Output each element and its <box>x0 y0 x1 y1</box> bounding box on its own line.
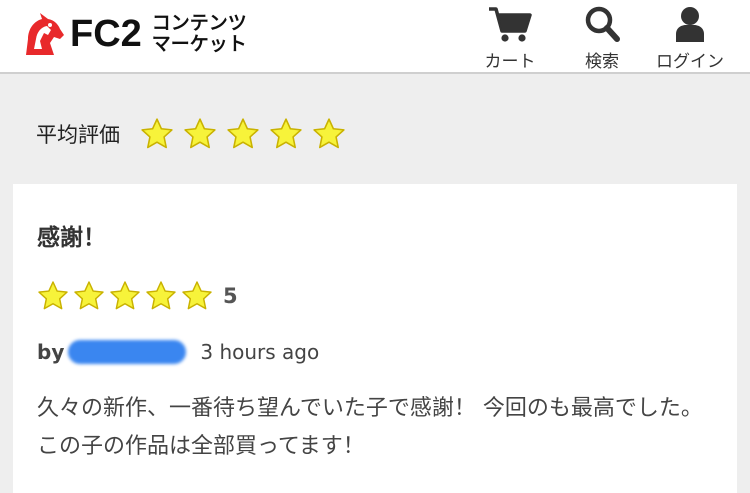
logo-subtitle: コンテンツ マーケット <box>152 13 247 55</box>
author-name-redacted <box>68 340 187 364</box>
star-icon <box>270 118 302 149</box>
site-header: FC2 コンテンツ マーケット カート 検索 ログイン <box>0 0 750 74</box>
star-icon <box>74 281 104 310</box>
review-rating: 5 <box>37 280 238 312</box>
nav-search-button[interactable]: 検索 <box>562 0 642 72</box>
review-body: 久々の新作、一番待ち望んでいた子で感謝！ 今回のも最高でした。この子の作品は全部… <box>37 396 703 459</box>
average-rating: 平均評価 <box>36 114 355 154</box>
star-icon <box>182 281 212 310</box>
star-icon <box>38 281 68 310</box>
user-icon <box>676 7 704 42</box>
nav-login-button[interactable]: ログイン <box>650 0 730 72</box>
star-icon <box>141 118 173 149</box>
review-title: 感謝！ <box>37 225 106 251</box>
average-rating-stars <box>140 117 355 151</box>
nav-cart-button[interactable]: カート <box>470 0 550 72</box>
star-icon <box>110 281 140 310</box>
review-card: 感謝！ 5 by 3 hours ago 久々の新作、一番待ち望んでいた子で感謝… <box>13 184 737 493</box>
cart-icon <box>489 7 532 42</box>
review-rating-stars <box>37 280 217 312</box>
review-byline: by 3 hours ago <box>37 340 319 364</box>
review-time: 3 hours ago <box>200 340 320 364</box>
nav-cart-label: カート <box>484 52 536 72</box>
logo-subtitle-line1: コンテンツ <box>151 12 247 34</box>
review-score: 5 <box>223 284 238 308</box>
star-icon <box>313 118 345 149</box>
unicorn-logo-icon <box>26 13 64 55</box>
nav-login-label: ログイン <box>656 52 724 72</box>
by-label: by <box>37 340 65 364</box>
star-icon <box>227 118 259 149</box>
logo-brand-text: FC2 <box>70 13 142 55</box>
search-icon <box>585 6 620 42</box>
star-icon <box>146 281 176 310</box>
nav-search-label: 検索 <box>585 52 619 72</box>
logo-subtitle-line2: マーケット <box>151 33 247 55</box>
fc2-logo[interactable]: FC2 コンテンツ マーケット <box>20 6 247 62</box>
star-icon <box>184 118 216 149</box>
average-rating-label: 平均評価 <box>36 123 120 147</box>
